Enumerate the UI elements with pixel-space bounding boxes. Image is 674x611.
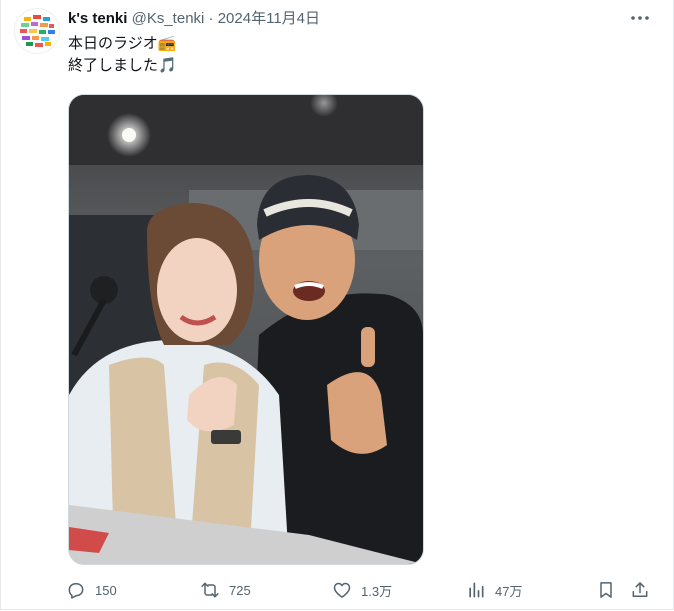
author-name[interactable]: k's tenki (68, 10, 127, 27)
author-handle[interactable]: @Ks_tenki (132, 10, 205, 27)
share-button[interactable] (630, 576, 650, 604)
header-separator: · (208, 10, 214, 27)
repost-count: 725 (229, 582, 251, 598)
share-icon (632, 582, 648, 597)
views-button[interactable]: 47万 (466, 576, 522, 604)
views-count: 47万 (495, 583, 523, 599)
tweet-text-line: 本日のラジオ📻 (68, 35, 177, 52)
views-icon (469, 582, 484, 598)
tweet-date[interactable]: 2024年11月4日 (218, 10, 320, 27)
tweet-header: k's tenki @Ks_tenki · 2024年11月4日 (68, 9, 320, 29)
reply-count: 150 (95, 582, 117, 598)
like-count: 1.3万 (361, 583, 393, 599)
tweet-text: 本日のラジオ📻 終了しました🎵 (68, 33, 177, 77)
avatar[interactable] (14, 8, 60, 54)
reply-button[interactable]: 150 (66, 576, 117, 604)
repost-button[interactable]: 725 (200, 576, 251, 604)
heart-icon (333, 582, 351, 598)
bookmark-button[interactable] (596, 576, 616, 604)
like-button[interactable]: 1.3万 (332, 576, 392, 604)
reply-icon (68, 583, 84, 599)
tweet-photo[interactable] (68, 94, 424, 565)
repost-icon (201, 582, 219, 598)
tweet-text-line: 終了しました🎵 (68, 57, 177, 74)
more-horizontal-icon[interactable] (628, 8, 652, 28)
action-bar: 150 725 1.3万 47万 (66, 576, 656, 604)
bookmark-icon (600, 582, 612, 598)
